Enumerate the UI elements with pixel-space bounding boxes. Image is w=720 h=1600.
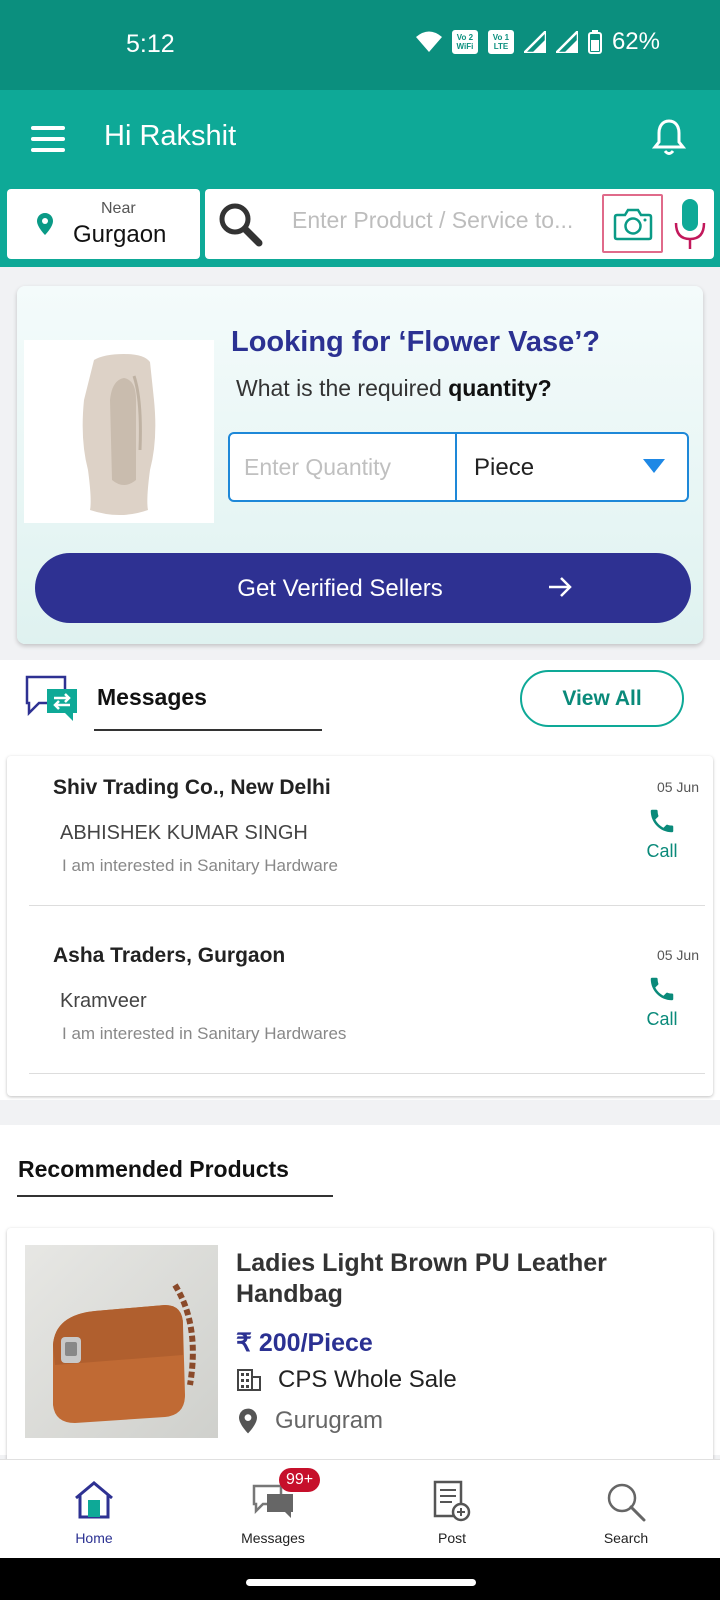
- app-bar: Hi Rakshit: [0, 90, 720, 185]
- location-city: Gurgaon: [73, 221, 167, 248]
- seller-name: CPS Whole Sale: [278, 1366, 457, 1393]
- rfq-card: Looking for ‘Flower Vase’? What is the r…: [17, 286, 703, 644]
- signal-icon: [523, 31, 546, 53]
- nav-label: Search: [603, 1530, 649, 1546]
- message-company: Asha Traders, Gurgaon: [53, 944, 286, 967]
- message-text: I am interested in Sanitary Hardwares: [62, 1024, 347, 1043]
- nav-label: Post: [437, 1530, 466, 1546]
- chat-icon: [25, 675, 77, 721]
- camera-search-button[interactable]: [602, 194, 663, 253]
- messages-list: Shiv Trading Co., New Delhi ABHISHEK KUM…: [7, 756, 713, 1096]
- message-item[interactable]: Asha Traders, Gurgaon Kramveer I am inte…: [7, 924, 713, 1074]
- divider: [29, 1073, 705, 1074]
- call-button[interactable]: Call: [637, 806, 687, 862]
- message-item[interactable]: Shiv Trading Co., New Delhi ABHISHEK KUM…: [7, 756, 713, 906]
- recommended-title: Recommended Products: [18, 1156, 289, 1182]
- call-label: Call: [646, 841, 678, 861]
- nav-label: Home: [75, 1530, 113, 1546]
- nav-messages[interactable]: 99+ Messages: [203, 1460, 343, 1559]
- view-all-button[interactable]: View All: [520, 670, 684, 727]
- recommended-section: Recommended Products Ladies Light Brown …: [0, 1125, 720, 1468]
- location-pin-icon: [239, 1408, 257, 1434]
- flower-vase-image: [24, 340, 214, 523]
- battery-percent: 62%: [611, 28, 660, 55]
- product-seller: CPS Whole Sale: [236, 1366, 457, 1394]
- search-icon: [607, 1483, 646, 1522]
- bell-icon[interactable]: [652, 118, 686, 156]
- recommended-underline: [17, 1195, 333, 1197]
- home-icon: [75, 1481, 113, 1519]
- message-company: Shiv Trading Co., New Delhi: [53, 776, 331, 799]
- location-name: Gurugram: [275, 1407, 384, 1434]
- search-strip: Near Gurgaon: [0, 185, 720, 267]
- location-pin-icon: [37, 213, 53, 235]
- nav-label: Messages: [241, 1530, 305, 1546]
- search-icon: [219, 203, 263, 247]
- message-text: I am interested in Sanitary Hardware: [62, 856, 338, 875]
- status-bar: 5:12 Vo 2 WiFi Vo 1 LTE 62%: [0, 0, 720, 90]
- nav-home[interactable]: Home: [24, 1460, 164, 1559]
- unit-value: Piece: [474, 454, 535, 481]
- camera-icon: [613, 208, 652, 240]
- system-nav-bar: [0, 1558, 720, 1600]
- search-input[interactable]: [292, 207, 592, 234]
- post-icon: [433, 1480, 471, 1522]
- arrow-right-icon: [549, 577, 572, 597]
- messages-section: Messages View All Shiv Trading Co., New …: [0, 660, 720, 1100]
- near-label: Near: [101, 200, 136, 217]
- call-label: Call: [646, 1009, 678, 1029]
- unread-badge: 99+: [279, 1468, 321, 1492]
- nav-search[interactable]: Search: [556, 1460, 696, 1559]
- phone-icon: [650, 977, 674, 1001]
- rfq-subtitle-bold: quantity?: [448, 375, 552, 401]
- building-icon: [237, 1369, 261, 1391]
- mic-icon[interactable]: [672, 197, 708, 251]
- product-name: Ladies Light Brown PU Leather Handbag: [236, 1249, 607, 1308]
- menu-icon[interactable]: [31, 126, 65, 152]
- messages-title: Messages: [97, 684, 207, 710]
- dropdown-caret-icon: [643, 459, 665, 473]
- wifi-icon: [415, 31, 442, 52]
- quantity-input[interactable]: [244, 454, 444, 481]
- volte-icon: Vo 1 LTE: [487, 30, 514, 54]
- rfq-subtitle-text: What is the required: [236, 375, 449, 401]
- get-verified-sellers-button[interactable]: Get Verified Sellers: [35, 553, 691, 623]
- message-person: Kramveer: [60, 990, 147, 1012]
- phone-icon: [650, 809, 674, 833]
- messages-underline: [94, 729, 322, 731]
- bottom-nav: Home 99+ Messages Post Search: [0, 1459, 720, 1558]
- signal-icon: [555, 31, 578, 53]
- rfq-subtitle: What is the required quantity?: [236, 375, 552, 402]
- product-price: ₹ 200/Piece: [236, 1329, 373, 1357]
- nav-post[interactable]: Post: [382, 1460, 522, 1559]
- message-date: 05 Jun: [656, 779, 699, 795]
- message-date: 05 Jun: [656, 947, 699, 963]
- search-bar[interactable]: [205, 189, 714, 259]
- product-card[interactable]: Ladies Light Brown PU Leather Handbag ₹ …: [7, 1228, 713, 1468]
- handbag-image: [25, 1245, 218, 1438]
- vowifi-icon: Vo 2 WiFi: [451, 30, 478, 54]
- greeting-title: Hi Rakshit: [104, 120, 237, 152]
- status-time: 5:12: [126, 30, 175, 58]
- unit-dropdown[interactable]: Piece: [457, 434, 687, 500]
- location-selector[interactable]: Near Gurgaon: [7, 189, 200, 259]
- message-person: ABHISHEK KUMAR SINGH: [60, 822, 308, 844]
- call-button[interactable]: Call: [637, 974, 687, 1030]
- divider: [29, 905, 705, 906]
- battery-icon: [587, 30, 602, 54]
- home-gesture-pill[interactable]: [246, 1579, 476, 1586]
- quantity-form: Piece: [228, 432, 689, 502]
- product-location: Gurugram: [239, 1407, 383, 1435]
- rfq-title: Looking for ‘Flower Vase’?: [231, 326, 600, 358]
- status-icons: Vo 2 WiFi Vo 1 LTE 62%: [415, 28, 660, 56]
